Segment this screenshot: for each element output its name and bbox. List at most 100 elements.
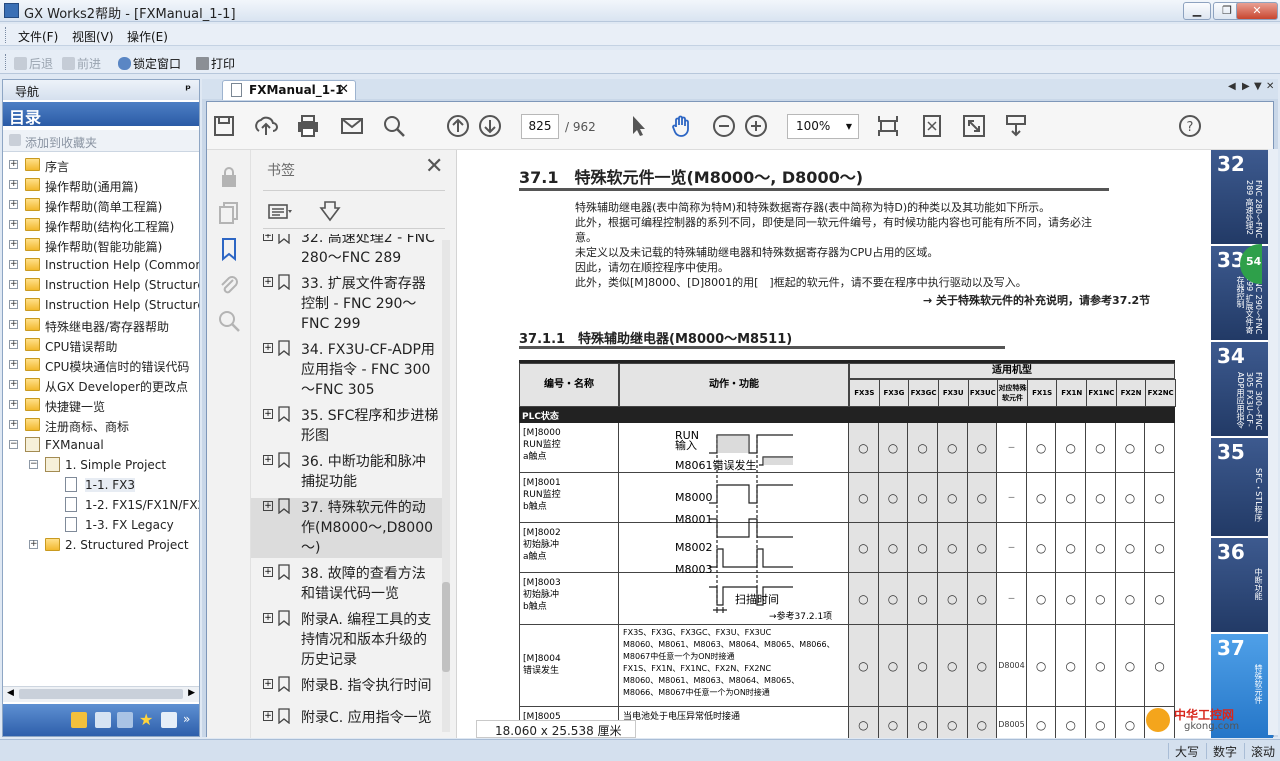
collapse-icon[interactable]: − [29,460,38,469]
fit-page-icon[interactable] [919,113,945,139]
expand-icon[interactable]: + [9,160,18,169]
tab-next-icon[interactable]: ▶ [1242,81,1250,92]
tree-node[interactable]: − 1. Simple Project [3,456,199,475]
close-button[interactable]: ✕ [1236,2,1278,20]
help-icon[interactable]: ? [1177,113,1203,139]
expand-icon[interactable]: + [9,380,18,389]
tab-list-icon[interactable]: ▼ [1254,81,1262,92]
tree-node[interactable]: + CPU模块通信时的错误代码 [3,356,199,375]
expand-icon[interactable]: + [29,540,38,549]
bookmarks-close-icon[interactable]: ✕ [425,154,443,179]
menu-view[interactable]: 视图(V) [72,28,114,45]
scroll-thumb[interactable] [19,689,183,699]
bookmark-item[interactable]: +35. SFC程序和步进梯形图 [251,406,445,446]
expand-icon[interactable]: + [263,277,273,287]
expand-icon[interactable]: + [9,280,18,289]
tree-node[interactable]: 1-2. FX1S/FX1N/FX2 [3,496,199,515]
outer-vertical-scrollbar[interactable] [1268,149,1278,735]
forward-button[interactable]: 前进 [62,55,101,72]
menu-file[interactable]: 文件(F) [18,28,58,45]
tree-node[interactable]: + CPU错误帮助 [3,336,199,355]
tree-node[interactable]: − FXManual [3,436,199,455]
hand-tool-icon[interactable] [669,113,695,139]
expand-icon[interactable]: + [9,200,18,209]
print-pdf-icon[interactable] [295,113,321,139]
expand-icon[interactable]: + [263,501,273,511]
index-icon[interactable] [95,712,111,728]
expand-icon[interactable]: + [263,679,273,689]
tree-node[interactable]: + 注册商标、商标 [3,416,199,435]
minimize-button[interactable]: ▁ [1183,2,1211,20]
bookmark-panel-icon[interactable] [216,236,242,262]
bookmark-item[interactable]: +33. 扩展文件寄存器控制 - FNC 290～FNC 299 [251,274,445,334]
tab-prev-icon[interactable]: ◀ [1228,81,1236,92]
tree-node[interactable]: + 快捷键一览 [3,396,199,415]
zoom-select[interactable]: 100% ▼ [787,114,859,139]
previous-page-icon[interactable] [445,113,471,139]
expand-icon[interactable]: + [263,613,273,623]
tree-node[interactable]: + Instruction Help (Structured [3,276,199,295]
search-icon[interactable] [117,712,133,728]
collapse-icon[interactable]: − [9,440,18,449]
scroll-right-icon[interactable]: ▶ [188,688,195,698]
upload-icon[interactable] [253,113,279,139]
mail-icon[interactable] [339,113,365,139]
bookmark-item[interactable]: + 附录A. 编程工具的支持情况和版本升级的历史记录 [251,610,445,670]
pin-icon[interactable]: ᵖ [185,82,191,96]
add-to-favorites-button[interactable]: 添加到收藏夹 [3,130,199,152]
tree-node[interactable]: +2. Structured Project [3,536,199,555]
attachment-icon[interactable] [216,272,242,298]
expand-icon[interactable]: + [9,320,18,329]
tab-close-all-icon[interactable]: ✕ [1266,81,1274,92]
back-button[interactable]: 后退 [14,55,53,72]
chapter-tab[interactable]: 32 FNC 280～FNC 289 高速处理2 [1211,150,1273,244]
menu-operation[interactable]: 操作(E) [127,28,168,45]
lock-security-icon[interactable] [216,164,242,190]
expand-bookmark-icon[interactable] [317,198,343,224]
lock-window-button[interactable]: 锁定窗口 [118,55,181,72]
expand-icon[interactable]: + [9,360,18,369]
contents-icon[interactable] [71,712,87,728]
save-icon[interactable] [211,113,237,139]
chapter-tab[interactable]: 36 中断功能 [1211,538,1273,632]
tree-node[interactable]: + 序言 [3,156,199,175]
bookmark-item[interactable]: +34. FX3U-CF-ADP用应用指令 - FNC 300～FNC 305 [251,340,445,400]
bookmark-options-icon[interactable] [267,198,293,224]
search-side-icon[interactable] [216,308,242,334]
tree-node[interactable]: + Instruction Help (Structured [3,296,199,315]
tab-fxmanual[interactable]: FXManual_1-1 ✕ [222,80,356,100]
expand-icon[interactable]: + [263,455,273,465]
tree-node[interactable]: + 操作帮助(通用篇) [3,176,199,195]
tree-node[interactable]: 1-3. FX Legacy [3,516,199,535]
tree-node[interactable]: + Instruction Help (Common [3,256,199,275]
expand-icon[interactable]: + [9,260,18,269]
bookmark-item[interactable]: +38. 故障的查看方法和错误代码一览 [251,564,445,604]
print-button[interactable]: 打印 [196,55,235,72]
expand-icon[interactable]: + [9,240,18,249]
tab-close-icon[interactable]: ✕ [338,82,349,97]
chapter-tab[interactable]: 34 FNC 300～FNC 305 FX3U-CF-ADP用应用指令 [1211,342,1273,436]
more-icon[interactable]: » [183,712,199,728]
scroll-mode-icon[interactable] [1003,113,1029,139]
zoom-out-icon[interactable] [711,113,737,139]
bookmark-item[interactable]: +32. 高速处理2 - FNC 280～FNC 289 [251,234,445,268]
bookmark-item[interactable]: + 附录C. 应用指令一览 [251,708,445,734]
expand-icon[interactable]: + [263,234,273,241]
fullscreen-icon[interactable] [961,113,987,139]
tree-node[interactable]: + 操作帮助(智能功能篇) [3,236,199,255]
horizontal-scrollbar[interactable]: ◀ ▶ [3,686,199,702]
tree-node[interactable]: + 从GX Developer的更改点 [3,376,199,395]
page-number-input[interactable]: 825 [521,114,559,139]
expand-icon[interactable]: + [9,180,18,189]
favorites-star-icon[interactable]: ★ [139,710,155,729]
tree-node[interactable]: + 操作帮助(结构化工程篇) [3,216,199,235]
tree-node[interactable]: + 特殊继电器/寄存器帮助 [3,316,199,335]
expand-icon[interactable]: + [263,343,273,353]
find-icon[interactable] [381,113,407,139]
expand-icon[interactable]: + [263,409,273,419]
bookmark-scroll-thumb[interactable] [442,582,450,672]
tree-node[interactable]: 1-1. FX3 [3,476,199,495]
bookmark-item[interactable]: +36. 中断功能和脉冲捕捉功能 [251,452,445,492]
zoom-in-icon[interactable] [743,113,769,139]
expand-icon[interactable]: + [9,300,18,309]
